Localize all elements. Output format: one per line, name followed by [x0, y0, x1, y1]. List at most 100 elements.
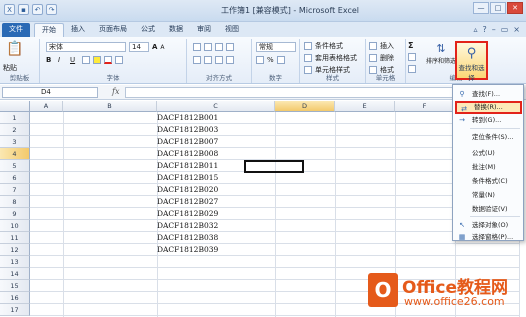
- row-header-10[interactable]: 10: [0, 220, 30, 232]
- underline-button[interactable]: U: [70, 56, 79, 64]
- row-header-14[interactable]: 14: [0, 268, 30, 280]
- align-bottom-icon[interactable]: [215, 43, 223, 51]
- row-header-17[interactable]: 17: [0, 304, 30, 316]
- save-icon[interactable]: ▪: [18, 4, 29, 15]
- row-header-16[interactable]: 16: [0, 292, 30, 304]
- menu-item-3[interactable]: → 转到(G)...: [455, 114, 522, 127]
- maximize-button[interactable]: □: [490, 2, 506, 14]
- row-header-3[interactable]: 3: [0, 136, 30, 148]
- tab-formulas[interactable]: 公式: [134, 23, 162, 37]
- cell-c3[interactable]: DACF1812B007: [157, 136, 257, 148]
- align-center-icon[interactable]: [204, 56, 212, 64]
- workbook-close-icon[interactable]: ×: [513, 25, 520, 34]
- undo-icon[interactable]: ↶: [32, 4, 43, 15]
- tab-page-layout[interactable]: 页面布局: [92, 23, 134, 37]
- row-header-2[interactable]: 2: [0, 124, 30, 136]
- font-size-select[interactable]: 14: [129, 42, 149, 52]
- table-format-button[interactable]: 套用表格格式: [315, 53, 357, 63]
- redo-icon[interactable]: ↷: [46, 4, 57, 15]
- row-header-13[interactable]: 13: [0, 256, 30, 268]
- row-header-6[interactable]: 6: [0, 172, 30, 184]
- comma-style-icon[interactable]: [276, 56, 285, 64]
- wrap-text-icon[interactable]: [226, 43, 234, 51]
- sort-filter-button[interactable]: ⇅ 排序和筛选: [426, 42, 456, 65]
- bold-button[interactable]: B: [46, 56, 55, 64]
- cell-c5[interactable]: DACF1812B011: [157, 160, 257, 172]
- tab-file[interactable]: 文件: [2, 23, 30, 37]
- help-icon[interactable]: ?: [482, 25, 486, 34]
- align-middle-icon[interactable]: [204, 43, 212, 51]
- cell-c6[interactable]: DACF1812B015: [157, 172, 257, 184]
- border-icon[interactable]: [82, 56, 90, 64]
- delete-cells-button[interactable]: 删除: [380, 53, 394, 63]
- insert-cells-button[interactable]: 插入: [380, 41, 394, 51]
- tab-data[interactable]: 数据: [162, 23, 190, 37]
- row-header-4[interactable]: 4: [0, 148, 30, 160]
- cell-c10[interactable]: DACF1812B032: [157, 220, 257, 232]
- insert-function-button[interactable]: fx: [112, 87, 119, 96]
- name-box[interactable]: D4: [2, 87, 98, 98]
- row-header-12[interactable]: 12: [0, 244, 30, 256]
- menu-item-11[interactable]: ▦ 选择窗格(P)...: [455, 231, 522, 244]
- column-header-f[interactable]: F: [395, 101, 455, 112]
- column-header-b[interactable]: B: [63, 101, 157, 112]
- menu-item-1[interactable]: ⚲ 查找(F)...: [455, 88, 522, 101]
- row-header-1[interactable]: 1: [0, 112, 30, 124]
- cell-c8[interactable]: DACF1812B027: [157, 196, 257, 208]
- tab-home[interactable]: 开始: [34, 23, 64, 37]
- fill-color-icon[interactable]: [93, 56, 101, 64]
- row-header-8[interactable]: 8: [0, 196, 30, 208]
- cell-c1[interactable]: DACF1812B001: [157, 112, 257, 124]
- row-header-5[interactable]: 5: [0, 160, 30, 172]
- currency-icon[interactable]: [256, 56, 264, 64]
- number-format-select[interactable]: 常规: [256, 42, 296, 52]
- align-left-icon[interactable]: [193, 56, 201, 64]
- shrink-font-button[interactable]: A: [160, 44, 164, 51]
- minimize-button[interactable]: —: [473, 2, 489, 14]
- row-header-11[interactable]: 11: [0, 232, 30, 244]
- grow-font-button[interactable]: A: [152, 43, 157, 51]
- menu-item-6[interactable]: 批注(M): [455, 161, 522, 174]
- row-header-15[interactable]: 15: [0, 280, 30, 292]
- phonetic-icon[interactable]: [115, 56, 123, 64]
- menu-item-8[interactable]: 常量(N): [455, 189, 522, 202]
- autosum-button[interactable]: Σ: [408, 41, 413, 50]
- conditional-format-button[interactable]: 条件格式: [315, 41, 343, 51]
- merge-icon[interactable]: [226, 56, 234, 64]
- workbook-restore-icon[interactable]: ▭: [501, 25, 509, 34]
- tab-review[interactable]: 审阅: [190, 23, 218, 37]
- menu-item-4[interactable]: 定位条件(S)...: [455, 131, 522, 144]
- cell-c2[interactable]: DACF1812B003: [157, 124, 257, 136]
- row-header-9[interactable]: 9: [0, 208, 30, 220]
- font-color-icon[interactable]: [104, 56, 112, 64]
- align-right-icon[interactable]: [215, 56, 223, 64]
- column-header-a[interactable]: A: [30, 101, 63, 112]
- fill-icon[interactable]: [408, 53, 416, 61]
- align-top-icon[interactable]: [193, 43, 201, 51]
- close-button[interactable]: ✕: [507, 2, 523, 14]
- tab-insert[interactable]: 插入: [64, 23, 92, 37]
- column-header-c[interactable]: C: [157, 101, 275, 112]
- cell-c7[interactable]: DACF1812B020: [157, 184, 257, 196]
- menu-item-5[interactable]: 公式(U): [455, 147, 522, 160]
- menu-item-7[interactable]: 条件格式(C): [455, 175, 522, 188]
- column-header-d[interactable]: D: [275, 101, 335, 112]
- cell-c11[interactable]: DACF1812B038: [157, 232, 257, 244]
- column-header-e[interactable]: E: [335, 101, 395, 112]
- active-cell-d4[interactable]: [244, 160, 304, 173]
- tab-view[interactable]: 视图: [218, 23, 246, 37]
- percent-button[interactable]: %: [267, 56, 274, 64]
- cell-c4[interactable]: DACF1812B008: [157, 148, 257, 160]
- find-select-button[interactable]: ⚲ 查找和选择: [455, 41, 488, 82]
- paste-button[interactable]: 📋: [6, 41, 23, 57]
- cell-c9[interactable]: DACF1812B029: [157, 208, 257, 220]
- italic-button[interactable]: I: [58, 56, 67, 64]
- cell-c12[interactable]: DACF1812B039: [157, 244, 257, 256]
- workbook-minimize-icon[interactable]: –: [492, 25, 496, 34]
- row-header-7[interactable]: 7: [0, 184, 30, 196]
- minimize-ribbon-icon[interactable]: ▵: [473, 25, 477, 34]
- font-name-select[interactable]: 宋体: [46, 42, 126, 52]
- select-all-corner[interactable]: [0, 101, 30, 112]
- menu-item-2[interactable]: ⇄ 替换(R)...: [455, 101, 522, 114]
- menu-item-9[interactable]: 数据验证(V): [455, 203, 522, 216]
